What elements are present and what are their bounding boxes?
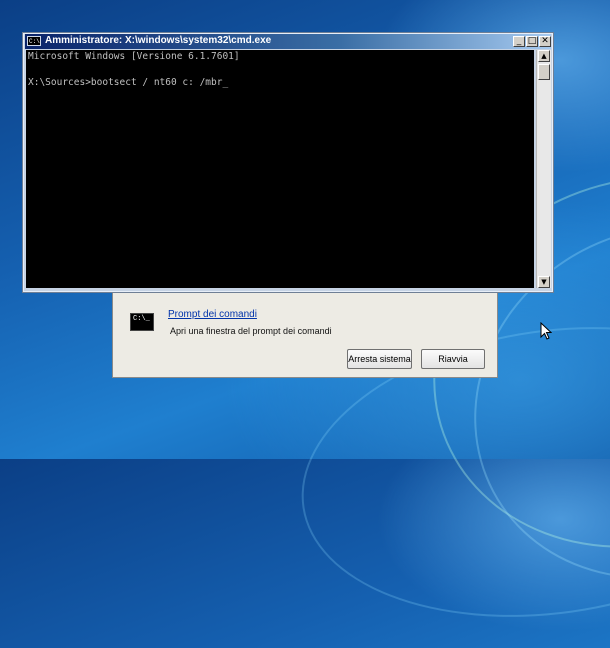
- restart-button[interactable]: Riavvia: [421, 349, 485, 369]
- console-output[interactable]: Microsoft Windows [Versione 6.1.7601] X:…: [26, 50, 534, 288]
- shutdown-button[interactable]: Arresta sistema: [347, 349, 412, 369]
- command-prompt-link[interactable]: Prompt dei comandi: [168, 309, 257, 320]
- console-line: Microsoft Windows [Versione 6.1.7601]: [28, 51, 240, 62]
- scroll-up-icon[interactable]: ▲: [538, 50, 550, 62]
- minimize-button[interactable]: _: [513, 36, 525, 47]
- window-title: Amministratore: X:\windows\system32\cmd.…: [45, 35, 272, 46]
- mouse-pointer-icon: [540, 322, 552, 340]
- vertical-scrollbar[interactable]: ▲ ▼: [536, 50, 551, 288]
- close-button[interactable]: ✕: [539, 36, 551, 47]
- scrollbar-thumb[interactable]: [538, 64, 550, 80]
- scroll-down-icon[interactable]: ▼: [538, 276, 550, 288]
- cmd-title-bar[interactable]: C:\ Amministratore: X:\windows\system32\…: [25, 34, 551, 49]
- maximize-button[interactable]: □: [526, 36, 538, 47]
- cmd-window[interactable]: C:\ Amministratore: X:\windows\system32\…: [22, 32, 554, 293]
- cmd-app-icon[interactable]: C:\: [27, 36, 41, 46]
- console-prompt-line: X:\Sources>bootsect / nt60 c: /mbr_: [28, 77, 229, 88]
- command-prompt-description: Apri una finestra del prompt dei comandi: [170, 326, 332, 336]
- command-prompt-icon: C:\_: [130, 313, 154, 331]
